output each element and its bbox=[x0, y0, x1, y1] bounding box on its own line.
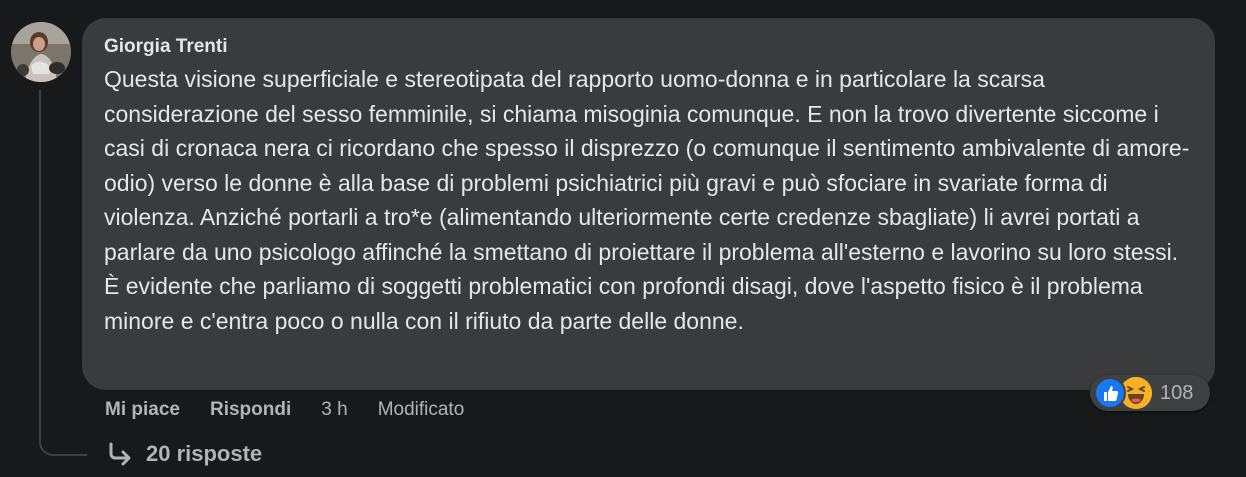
avatar-photo bbox=[11, 22, 71, 82]
avatar[interactable] bbox=[11, 22, 71, 82]
reply-arrow-icon bbox=[106, 442, 134, 466]
comment-bubble: Giorgia Trenti Questa visione superficia… bbox=[82, 18, 1215, 390]
comment-timestamp[interactable]: 3 h bbox=[321, 399, 347, 421]
comment-thread: Giorgia Trenti Questa visione superficia… bbox=[0, 0, 1246, 477]
like-button[interactable]: Mi piace bbox=[105, 399, 180, 421]
reactions-summary[interactable]: 108 bbox=[1090, 375, 1210, 411]
comment-author[interactable]: Giorgia Trenti bbox=[104, 36, 1193, 58]
edited-label[interactable]: Modificato bbox=[378, 399, 465, 421]
replies-count-label: 20 risposte bbox=[146, 441, 263, 466]
comment-text: Questa visione superficiale e stereotipa… bbox=[104, 66, 1190, 334]
reaction-count: 108 bbox=[1160, 381, 1194, 404]
thread-connector-line bbox=[39, 90, 87, 456]
comment-actions: Mi piace Rispondi 3 h Modificato bbox=[105, 397, 494, 423]
reply-button[interactable]: Rispondi bbox=[210, 399, 291, 421]
view-replies-button[interactable]: 20 risposte bbox=[106, 441, 262, 467]
like-icon bbox=[1094, 377, 1126, 409]
